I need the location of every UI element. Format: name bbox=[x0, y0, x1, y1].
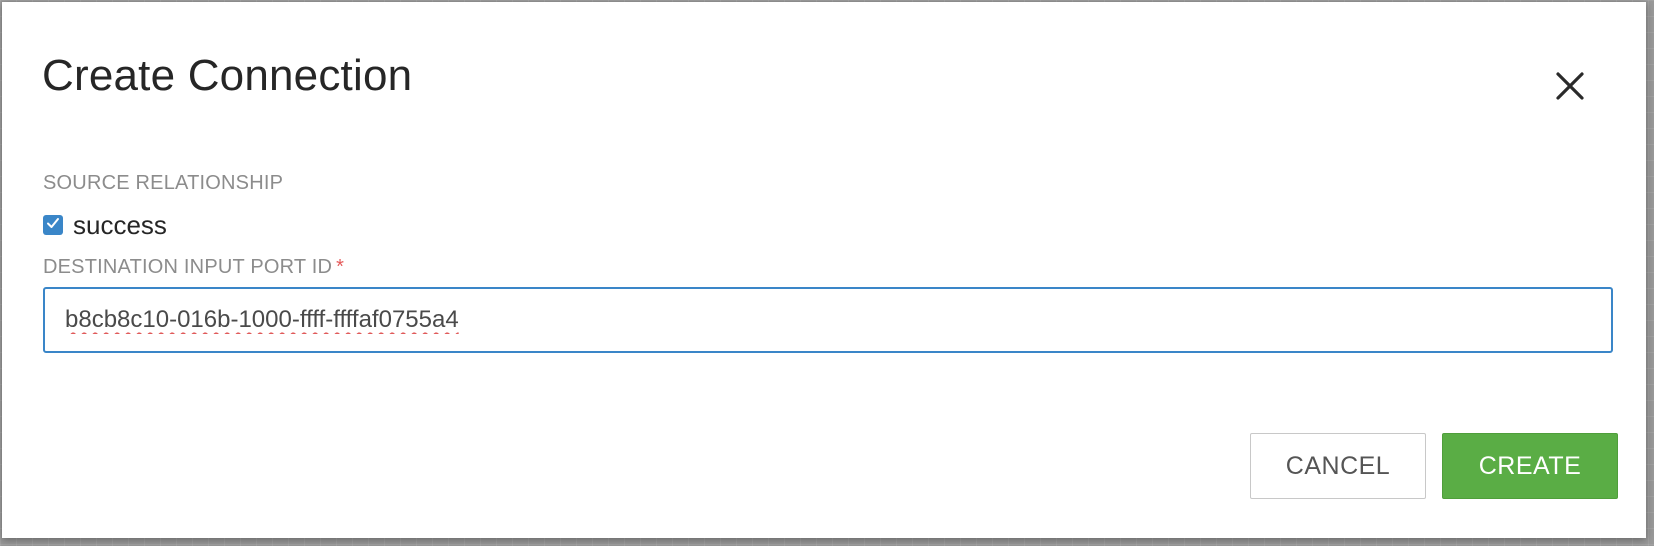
success-checkbox[interactable] bbox=[43, 215, 63, 235]
close-button[interactable] bbox=[1552, 68, 1588, 104]
success-checkbox-label[interactable]: success bbox=[73, 210, 167, 241]
destination-label-text: DESTINATION INPUT PORT ID bbox=[43, 256, 333, 278]
checkmark-icon bbox=[46, 216, 60, 235]
relationship-option-success[interactable]: success bbox=[43, 210, 167, 241]
close-icon bbox=[1552, 68, 1588, 104]
required-marker: * bbox=[336, 256, 345, 278]
create-button[interactable]: CREATE bbox=[1442, 433, 1618, 499]
cancel-button[interactable]: CANCEL bbox=[1250, 433, 1426, 499]
create-connection-dialog: Create Connection SOURCE RELATIONSHIP su… bbox=[2, 2, 1646, 538]
dialog-title: Create Connection bbox=[42, 51, 413, 100]
source-relationship-label: SOURCE RELATIONSHIP bbox=[43, 172, 284, 194]
destination-input-port-id-field[interactable] bbox=[43, 287, 1613, 353]
destination-input-port-label: DESTINATION INPUT PORT ID * bbox=[43, 256, 344, 279]
